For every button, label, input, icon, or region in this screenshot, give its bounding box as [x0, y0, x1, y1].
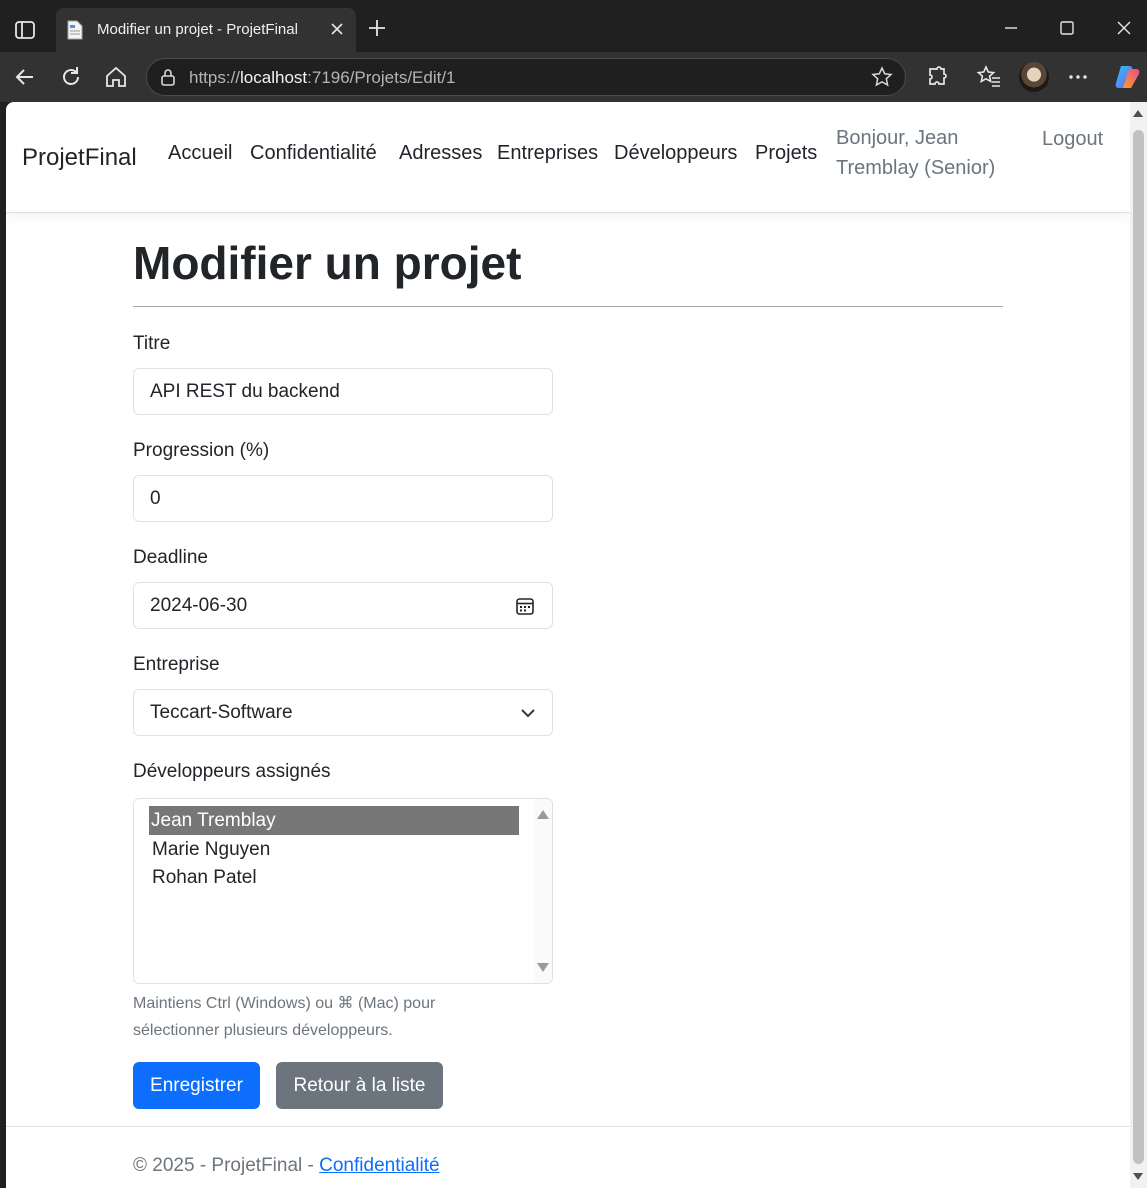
page-scroll-down-icon[interactable]	[1133, 1173, 1143, 1180]
more-options-icon[interactable]	[1065, 64, 1091, 90]
progression-input[interactable]: 0	[133, 475, 553, 522]
nav-link-accueil[interactable]: Accueil	[168, 142, 232, 165]
calendar-icon[interactable]	[515, 596, 535, 616]
close-window-icon[interactable]	[1112, 16, 1136, 40]
url-text: https://localhost:7196/Projets/Edit/1	[189, 68, 456, 87]
page-scrollbar[interactable]	[1130, 102, 1147, 1188]
maximize-icon[interactable]	[1055, 16, 1079, 40]
tab-title: Modifier un projet - ProjetFinal	[97, 21, 298, 38]
developer-option-rohan-patel[interactable]: Rohan Patel	[149, 863, 519, 892]
save-button[interactable]: Enregistrer	[133, 1062, 260, 1109]
lock-icon[interactable]	[159, 68, 177, 86]
nav-link-adresses[interactable]: Adresses	[399, 142, 482, 165]
progression-label: Progression (%)	[133, 440, 270, 461]
close-tab-icon[interactable]	[328, 20, 346, 38]
page-favicon-icon	[67, 20, 83, 40]
nav-link-confidentialite[interactable]: Confidentialité	[250, 142, 377, 165]
browser-tab-strip: Modifier un projet - ProjetFinal	[0, 0, 1147, 56]
developer-option-jean-tremblay[interactable]: Jean Tremblay	[149, 806, 519, 835]
multiselect-scrollbar[interactable]	[534, 799, 552, 983]
entreprise-value: Teccart-Software	[150, 702, 293, 723]
developer-option-marie-nguyen[interactable]: Marie Nguyen	[149, 835, 519, 864]
back-to-list-button[interactable]: Retour à la liste	[276, 1062, 443, 1109]
deadline-value: 2024-06-30	[150, 595, 248, 616]
footer-text: © 2025 - ProjetFinal - Confidentialité	[133, 1155, 440, 1177]
footer-privacy-link[interactable]: Confidentialité	[319, 1155, 439, 1176]
page-viewport: ProjetFinal Accueil Confidentialité Adre…	[6, 102, 1130, 1188]
progression-value: 0	[150, 488, 161, 509]
entreprise-label: Entreprise	[133, 654, 220, 675]
site-brand[interactable]: ProjetFinal	[22, 144, 137, 172]
user-greeting: Bonjour, Jean Tremblay (Senior)	[836, 127, 996, 179]
developpeurs-label: Développeurs assignés	[133, 761, 331, 782]
multiselect-help-text: Maintiens Ctrl (Windows) ou ⌘ (Mac) pour…	[133, 995, 436, 1039]
address-bar: https://localhost:7196/Projets/Edit/1	[0, 52, 1147, 102]
tab-actions-icon[interactable]	[14, 20, 36, 40]
site-footer: © 2025 - ProjetFinal - Confidentialité	[6, 1126, 1130, 1188]
nav-link-projets[interactable]: Projets	[755, 142, 817, 165]
titre-value: API REST du backend	[150, 381, 340, 402]
refresh-icon[interactable]	[58, 64, 84, 90]
home-icon[interactable]	[103, 64, 129, 90]
new-tab-icon[interactable]	[366, 17, 388, 39]
profile-avatar[interactable]	[1019, 62, 1049, 92]
scroll-down-arrow-icon[interactable]	[537, 963, 549, 972]
entreprise-select[interactable]: Teccart-Software	[133, 689, 553, 736]
favorites-icon[interactable]	[976, 64, 1002, 90]
extensions-icon[interactable]	[924, 64, 950, 90]
title-divider	[133, 306, 1003, 307]
chevron-down-icon	[521, 709, 535, 718]
site-navbar: ProjetFinal Accueil Confidentialité Adre…	[6, 102, 1130, 213]
developpeurs-multiselect[interactable]: Jean Tremblay Marie Nguyen Rohan Patel	[133, 798, 553, 984]
scroll-up-arrow-icon[interactable]	[537, 810, 549, 819]
titre-input[interactable]: API REST du backend	[133, 368, 553, 415]
copilot-icon[interactable]	[1112, 63, 1140, 91]
browser-tab[interactable]: Modifier un projet - ProjetFinal	[56, 8, 356, 52]
deadline-date-input[interactable]: 2024-06-30	[133, 582, 553, 629]
url-field[interactable]: https://localhost:7196/Projets/Edit/1	[146, 58, 906, 96]
nav-link-entreprises[interactable]: Entreprises	[497, 142, 598, 165]
titre-label: Titre	[133, 333, 171, 354]
page-title: Modifier un projet	[133, 237, 522, 289]
footer-copyright: © 2025 - ProjetFinal -	[133, 1155, 320, 1176]
page-scroll-up-icon[interactable]	[1133, 110, 1143, 117]
deadline-label: Deadline	[133, 547, 208, 568]
back-icon[interactable]	[12, 64, 38, 90]
favorite-star-icon[interactable]	[871, 66, 893, 88]
nav-link-developpeurs[interactable]: Développeurs	[614, 142, 737, 165]
page-scroll-thumb[interactable]	[1133, 130, 1144, 1164]
logout-link[interactable]: Logout	[1042, 128, 1103, 151]
minimize-icon[interactable]	[999, 16, 1023, 40]
